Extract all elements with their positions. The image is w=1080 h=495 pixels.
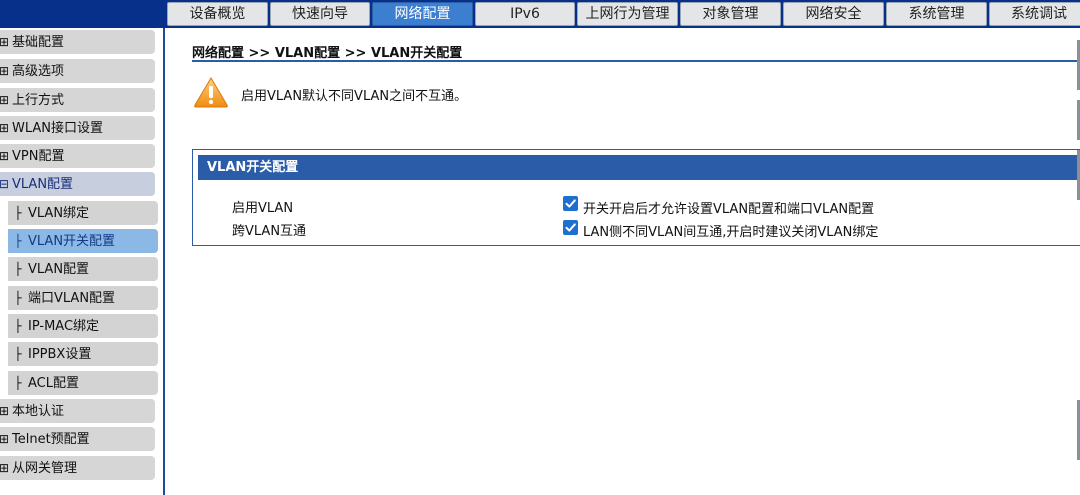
tree-branch-icon: ├ xyxy=(14,262,22,276)
sidebar-subitem-vlan-switch-config[interactable]: ├ VLAN开关配置 xyxy=(8,229,158,253)
cross-vlan-checkbox[interactable] xyxy=(563,220,578,235)
sidebar-subitem-port-vlan-config[interactable]: ├ 端口VLAN配置 xyxy=(8,286,158,310)
sidebar-item-label: 基础配置 xyxy=(12,35,65,50)
sidebar-item-wlan-interface[interactable]: ⊞ WLAN接口设置 xyxy=(0,116,155,140)
sidebar-item-label: VPN配置 xyxy=(12,149,65,164)
breadcrumb-divider xyxy=(192,60,1080,62)
sidebar-item-label: 本地认证 xyxy=(12,404,65,419)
sidebar-item-label: 高级选项 xyxy=(12,64,65,79)
tab-system-management[interactable]: 系统管理 xyxy=(886,2,987,26)
sidebar-item-local-auth[interactable]: ⊞ 本地认证 xyxy=(0,399,155,423)
sidebar-item-basic-config[interactable]: ⊞ 基础配置 xyxy=(0,30,155,54)
panel-title: VLAN开关配置 xyxy=(198,155,1080,180)
tab-object-management[interactable]: 对象管理 xyxy=(680,2,781,26)
sidebar-item-label: VLAN配置 xyxy=(28,262,90,277)
breadcrumb: 网络配置 >> VLAN配置 >> VLAN开关配置 xyxy=(192,46,463,61)
sidebar-divider xyxy=(163,28,165,495)
sidebar-item-label: 端口VLAN配置 xyxy=(28,291,116,306)
sidebar-subitem-vlan-binding[interactable]: ├ VLAN绑定 xyxy=(8,201,158,225)
tree-branch-icon: ├ xyxy=(14,347,22,361)
tab-ipv6[interactable]: IPv6 xyxy=(475,2,575,26)
sidebar-subitem-vlan-config[interactable]: ├ VLAN配置 xyxy=(8,257,158,281)
sidebar-item-label: IPPBX设置 xyxy=(28,347,92,362)
tab-behavior-management[interactable]: 上网行为管理 xyxy=(577,2,678,26)
tab-network-config[interactable]: 网络配置 xyxy=(372,2,473,26)
plus-box-icon: ⊞ xyxy=(0,149,10,163)
checkmark-icon xyxy=(565,199,576,208)
sidebar-subitem-acl-config[interactable]: ├ ACL配置 xyxy=(8,371,158,395)
sidebar-item-advanced-options[interactable]: ⊞ 高级选项 xyxy=(0,59,155,83)
sidebar-item-label: 上行方式 xyxy=(12,93,65,108)
sidebar-item-label: IP-MAC绑定 xyxy=(28,319,100,334)
enable-vlan-label: 启用VLAN xyxy=(232,201,294,216)
tree-branch-icon: ├ xyxy=(14,291,22,305)
tab-network-security[interactable]: 网络安全 xyxy=(783,2,884,26)
tab-device-overview[interactable]: 设备概览 xyxy=(167,2,268,26)
sidebar-item-slave-gateway[interactable]: ⊞ 从网关管理 xyxy=(0,456,155,480)
sidebar-item-label: VLAN配置 xyxy=(12,177,74,192)
warning-triangle-icon xyxy=(193,76,229,108)
plus-box-icon: ⊞ xyxy=(0,121,10,135)
plus-box-icon: ⊞ xyxy=(0,432,10,446)
plus-box-icon: ⊞ xyxy=(0,93,10,107)
cross-vlan-description: LAN侧不同VLAN间互通,开启时建议关闭VLAN绑定 xyxy=(583,225,879,240)
sidebar-item-vlan-config[interactable]: ⊟ VLAN配置 xyxy=(0,172,155,196)
tree-branch-icon: ├ xyxy=(14,319,22,333)
sidebar-item-label: 从网关管理 xyxy=(12,461,78,476)
tree-branch-icon: ├ xyxy=(14,376,22,390)
sidebar-item-telnet-preconfig[interactable]: ⊞ Telnet预配置 xyxy=(0,427,155,451)
top-nav-bar: 设备概览 快速向导 网络配置 IPv6 上网行为管理 对象管理 网络安全 系统管… xyxy=(0,0,1080,28)
tree-branch-icon: ├ xyxy=(14,234,22,248)
enable-vlan-description: 开关开启后才允许设置VLAN配置和端口VLAN配置 xyxy=(583,202,875,217)
notice-text: 启用VLAN默认不同VLAN之间不互通。 xyxy=(241,89,468,104)
enable-vlan-checkbox[interactable] xyxy=(563,196,578,211)
sidebar-subitem-ippbx-settings[interactable]: ├ IPPBX设置 xyxy=(8,342,158,366)
sidebar-item-label: VLAN开关配置 xyxy=(28,234,116,249)
plus-box-icon: ⊞ xyxy=(0,461,10,475)
checkmark-icon xyxy=(565,223,576,232)
tab-quick-wizard[interactable]: 快速向导 xyxy=(270,2,370,26)
plus-box-icon: ⊞ xyxy=(0,35,10,49)
sidebar-item-label: VLAN绑定 xyxy=(28,206,90,221)
plus-box-icon: ⊞ xyxy=(0,404,10,418)
minus-box-icon: ⊟ xyxy=(0,177,10,191)
tab-system-debug[interactable]: 系统调试 xyxy=(989,2,1080,26)
sidebar-item-label: Telnet预配置 xyxy=(12,432,90,447)
sidebar-item-label: WLAN接口设置 xyxy=(12,121,104,136)
cross-vlan-label: 跨VLAN互通 xyxy=(232,224,307,239)
sidebar-item-uplink-mode[interactable]: ⊞ 上行方式 xyxy=(0,88,155,112)
sidebar-subitem-ip-mac-binding[interactable]: ├ IP-MAC绑定 xyxy=(8,314,158,338)
plus-box-icon: ⊞ xyxy=(0,64,10,78)
tree-branch-icon: ├ xyxy=(14,206,22,220)
sidebar-item-label: ACL配置 xyxy=(28,376,79,391)
sidebar-item-vpn-config[interactable]: ⊞ VPN配置 xyxy=(0,144,155,168)
